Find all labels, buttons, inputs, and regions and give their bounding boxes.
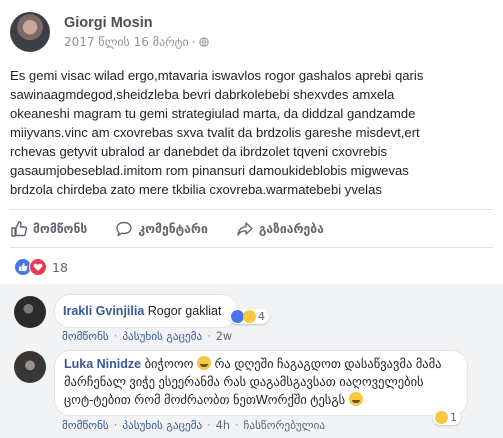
globe-icon[interactable]	[198, 37, 209, 47]
comment-text-line: რა დღეში ჩაგაგდოთ დასაწვავმა მამა	[214, 357, 442, 371]
comment-text: Rogor gakliat	[147, 304, 222, 318]
like-button[interactable]: მომწონს	[10, 214, 87, 244]
love-reaction-icon	[29, 258, 47, 276]
post-date[interactable]: 2017 წლის 16 მარტი	[64, 35, 189, 49]
comment-reply-link[interactable]: პასუხის გაცემა	[122, 419, 202, 432]
reaction-count: 18	[52, 259, 68, 275]
comment-text-line: ცოტ-ტებით რომ მოძრაობთ ნეთWორქში ტესგს	[64, 393, 346, 407]
commenter-avatar[interactable]	[14, 296, 46, 328]
comment-label: კომენტარი	[138, 222, 208, 236]
post-line: okeaneshi magram tu gemi strategiulad ma…	[10, 106, 416, 121]
post-line: brdzola chirdeba zato mere tkbilia cxovr…	[10, 182, 382, 197]
comment-text-line: ბიჭოოო	[144, 357, 194, 371]
haha-reaction-icon	[435, 411, 448, 424]
comment-reactions[interactable]: 4	[229, 309, 269, 324]
reactions-summary[interactable]: 18	[14, 258, 68, 276]
thumbs-up-icon	[11, 221, 28, 237]
laughing-emoji-icon	[196, 356, 211, 370]
comment-like-link[interactable]: მომწონს	[62, 330, 109, 343]
post-body: Es gemi visac wilad ergo,mtavaria iswavl…	[10, 66, 494, 199]
share-label: გაზიარება	[258, 222, 324, 236]
commenter-name[interactable]: Irakli Gvinjilia	[63, 304, 144, 318]
commenter-name[interactable]: Luka Ninidze	[64, 357, 141, 371]
comment-icon	[116, 221, 133, 237]
haha-reaction-icon	[243, 310, 256, 323]
commenter-avatar[interactable]	[14, 351, 46, 383]
comment-time[interactable]: 4h	[216, 419, 230, 432]
post-line: gasaumjobeseblad.imitom rom pinansuri da…	[10, 163, 409, 178]
rolling-laughing-emoji-icon	[348, 392, 363, 406]
comment-reaction-count: 4	[258, 310, 265, 323]
post-line: Es gemi visac wilad ergo,mtavaria iswavl…	[10, 68, 424, 83]
author-name[interactable]: Giorgi Mosin	[64, 15, 153, 31]
author-avatar[interactable]	[10, 12, 50, 52]
comment-reactions[interactable]: 1	[433, 410, 461, 425]
post-header: Giorgi Mosin 2017 წლის 16 მარტი ·	[10, 12, 490, 56]
like-label: მომწონს	[33, 222, 88, 236]
comment-reaction-count: 1	[450, 411, 457, 424]
comment-reply-link[interactable]: პასუხის გაცემა	[122, 330, 202, 343]
post-actions: მომწონს კომენტარი გაზიარება	[10, 214, 494, 244]
share-arrow-icon	[237, 222, 253, 236]
comment-like-link[interactable]: მომწონს	[62, 419, 109, 432]
comment-meta: მომწონს · პასუხის გაცემა · 4h · ჩასწორებ…	[62, 419, 326, 432]
post-line: miiyvans.vinc am cxovrebas sxva tvalit d…	[10, 125, 420, 140]
comment-bubble: Luka Ninidze ბიჭოოო რა დღეში ჩაგაგდოთ და…	[54, 350, 468, 416]
comment-time[interactable]: 2w	[216, 330, 232, 343]
post-meta: 2017 წლის 16 მარტი ·	[64, 35, 209, 49]
comment-bubble: Irakli Gvinjilia Rogor gakliat	[54, 294, 238, 328]
divider	[10, 209, 493, 210]
post-line: sawinaagmdegod,sheidzleba bevri dabrkole…	[10, 87, 395, 102]
post-line: rchevas getyvit ubralod ar danebdet da i…	[10, 144, 388, 159]
comment-edited[interactable]: ჩასწორებულია	[244, 419, 326, 432]
comment-meta: მომწონს · პასუხის გაცემა · 2w	[62, 330, 233, 343]
comment-text-line: მარჩენალ ვიჭე ესეერანმა რას დაგამსგავსათ…	[64, 375, 424, 389]
divider	[10, 247, 493, 248]
comment-button[interactable]: კომენტარი	[115, 214, 208, 244]
share-button[interactable]: გაზიარება	[236, 214, 324, 244]
